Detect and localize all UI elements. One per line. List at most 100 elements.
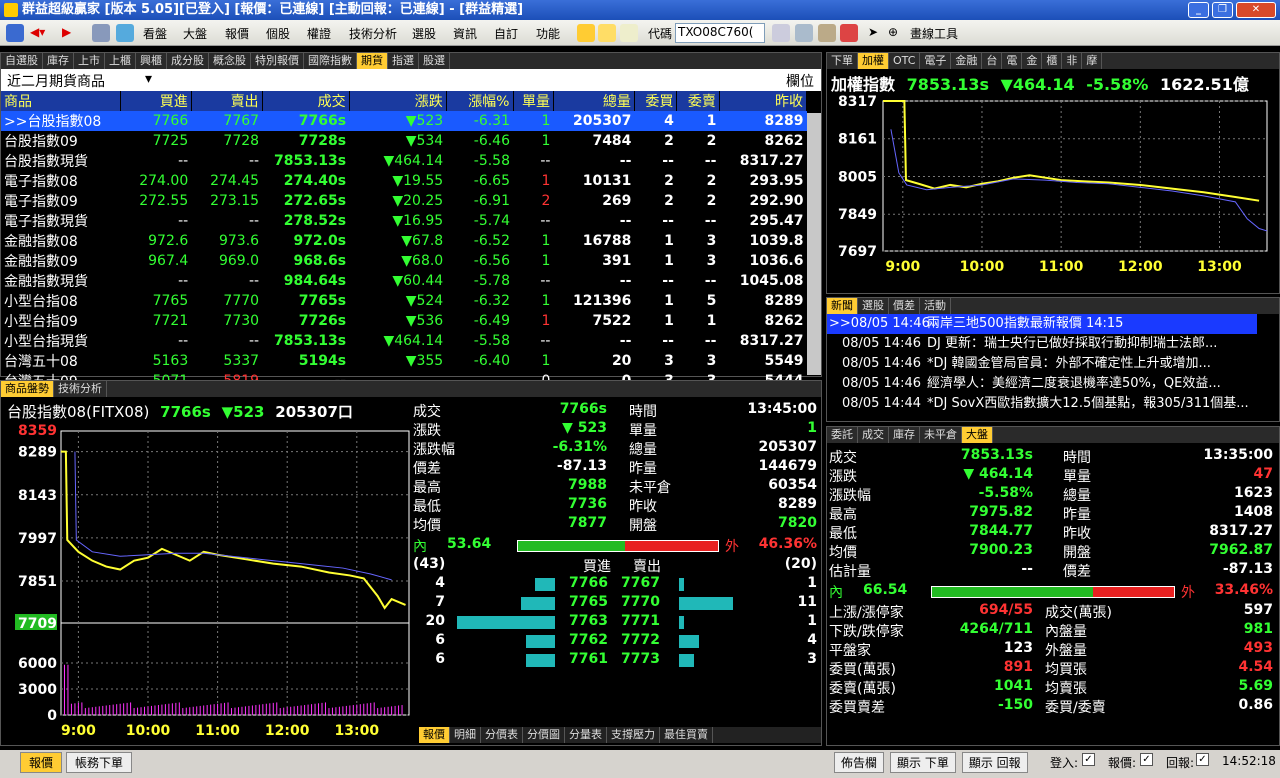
tab-quote-tabs-1[interactable]: 庫存 (43, 53, 74, 69)
table-row[interactable]: 台灣五十08 5163 5337 5194s ▼355 -6.40 1 20 3 3 5549 (1, 351, 807, 371)
minimize-icon[interactable]: _ (1188, 2, 1209, 18)
menu-6[interactable]: 選股 (412, 25, 436, 42)
tab-quote-tabs-6[interactable]: 概念股 (209, 53, 251, 69)
table-row[interactable]: 電子指數09 272.55 273.15 272.65s ▼20.25 -6.91 2 269… (1, 191, 807, 211)
zoom-icon[interactable]: ⊕ (888, 25, 898, 39)
tab-quote-tabs-4[interactable]: 興櫃 (136, 53, 167, 69)
tab-market-tabs-1[interactable]: 成交 (858, 427, 889, 443)
tab-detail-bottom-3[interactable]: 分價圖 (523, 727, 565, 743)
group-select[interactable]: 近二月期貨商品 (7, 71, 105, 91)
tab-market-tabs-2[interactable]: 庫存 (889, 427, 920, 443)
tab-market-tabs-3[interactable]: 未平倉 (920, 427, 962, 443)
tab-quote-tabs-0[interactable]: 自選股 (1, 53, 43, 69)
heart-icon[interactable] (840, 24, 858, 42)
tab-detail-bottom-2[interactable]: 分價表 (481, 727, 523, 743)
window-icon[interactable] (598, 24, 616, 42)
col-header-7[interactable]: 總量 (553, 91, 635, 111)
book-row[interactable]: 20 7763 7771 1 (413, 613, 821, 632)
shortcut-icon[interactable] (116, 24, 134, 42)
table-row[interactable]: 小型台指現貨 -- -- 7853.13s ▼464.14 -5.58 -- -- -- -- 83… (1, 331, 807, 351)
tab-index-tabs-6[interactable]: 電 (1002, 53, 1023, 69)
tab-quote-tabs-3[interactable]: 上櫃 (105, 53, 136, 69)
search-icon[interactable] (772, 24, 790, 42)
tab-index-tabs-3[interactable]: 電子 (920, 53, 952, 69)
tab-news-tabs-2[interactable]: 價差 (889, 298, 920, 314)
draw-tool-menu[interactable]: 畫線工具 (910, 25, 958, 42)
tab-index-tabs-7[interactable]: 金 (1022, 53, 1043, 69)
book-row[interactable]: 6 7762 7772 4 (413, 632, 821, 651)
tab-quote-tabs-8[interactable]: 國際指數 (304, 53, 357, 69)
col-header-4[interactable]: 漲跌 (349, 91, 447, 111)
table-row[interactable]: 電子指數現貨 -- -- 278.52s ▼16.95 -5.74 -- -- -- -- 295.… (1, 211, 807, 231)
table-row[interactable]: 電子指數08 274.00 274.45 274.40s ▼19.55 -6.65 1 101… (1, 171, 807, 191)
news-item[interactable]: 08/05 14:46 *DJ 韓國金管局官員：外部不確定性上升或增加... (827, 354, 1257, 374)
col-header-9[interactable]: 委賣 (676, 91, 720, 111)
tab-detail-bottom-1[interactable]: 明細 (450, 727, 481, 743)
tab-index-tabs-5[interactable]: 台 (982, 53, 1003, 69)
back-arrow-icon[interactable]: ◀▾ (30, 25, 45, 39)
news-item[interactable]: >>08/05 14:46兩岸三地500指數最新報價 14:15 (827, 314, 1257, 334)
menu-7[interactable]: 資訊 (453, 25, 477, 42)
tab-quote-tabs-9[interactable]: 期貨 (357, 53, 388, 69)
table-row[interactable]: 金融指數08 972.6 973.6 972.0s ▼67.8 -6.52 1 16788 1 3… (1, 231, 807, 251)
table-row[interactable]: 小型台指09 7721 7730 7726s ▼536 -6.49 1 7522 1 1 8262 (1, 311, 807, 331)
tab-index-tabs-0[interactable]: 下單 (827, 53, 858, 69)
tab-detail-tabs-1[interactable]: 技術分析 (54, 381, 107, 397)
status-button-1[interactable]: 顯示 下單 (890, 752, 956, 773)
menu-2[interactable]: 報價 (225, 25, 249, 42)
restore-icon[interactable]: ❐ (1212, 2, 1233, 18)
tab-market-tabs-0[interactable]: 委託 (827, 427, 858, 443)
tab-news-tabs-0[interactable]: 新聞 (827, 298, 858, 314)
tab-index-tabs-1[interactable]: 加權 (858, 53, 889, 69)
table-row[interactable]: 台股指數09 7725 7728 7728s ▼534 -6.46 1 7484 2 2 8262 (1, 131, 807, 151)
print-icon[interactable] (92, 24, 110, 42)
col-header-10[interactable]: 昨收 (719, 91, 808, 111)
menu-1[interactable]: 大盤 (183, 25, 207, 42)
col-header-5[interactable]: 漲幅% (446, 91, 514, 111)
news-item[interactable]: 08/05 14:46 DJ 更新：瑞士央行已做好採取行動抑制瑞士法郎... (827, 334, 1257, 354)
tab-detail-bottom-0[interactable]: 報價 (419, 727, 450, 743)
tab-quote-tabs-11[interactable]: 股選 (419, 53, 450, 69)
chevron-down-icon[interactable]: ▾ (145, 71, 152, 87)
tab-quote-tabs-5[interactable]: 成分股 (167, 53, 209, 69)
people-icon[interactable] (795, 24, 813, 42)
login-checkbox[interactable]: ✓ (1082, 753, 1095, 766)
tab-detail-bottom-5[interactable]: 支撐壓力 (607, 727, 660, 743)
scrollbar[interactable] (807, 113, 821, 375)
menu-3[interactable]: 個股 (266, 25, 290, 42)
chart-icon[interactable] (818, 24, 836, 42)
report-checkbox[interactable]: ✓ (1196, 753, 1209, 766)
tab-news-tabs-3[interactable]: 活動 (920, 298, 951, 314)
home-icon[interactable] (6, 24, 24, 42)
tab-index-tabs-10[interactable]: 摩 (1082, 53, 1103, 69)
col-header-8[interactable]: 委買 (634, 91, 678, 111)
tab-index-tabs-2[interactable]: OTC (889, 53, 921, 69)
news-item[interactable]: 08/05 14:44 *DJ SovX西歐指數擴大12.5個基點，報305/31… (827, 394, 1257, 414)
status-button-0[interactable]: 佈告欄 (834, 752, 885, 773)
table-row[interactable]: >>台股指數08 7766 7767 7766s ▼523 -6.31 1 205307 4 1 8… (1, 111, 807, 131)
book-row[interactable]: 4 7766 7767 1 (413, 575, 821, 594)
table-row[interactable]: 台股指數現貨 -- -- 7853.13s ▼464.14 -5.58 -- -- -- -- 83… (1, 151, 807, 171)
table-row[interactable]: 金融指數現貨 -- -- 984.64s ▼60.44 -5.78 -- -- -- -- 1045… (1, 271, 807, 291)
tab-detail-bottom-6[interactable]: 最佳買賣 (660, 727, 713, 743)
tab-quote-tabs-10[interactable]: 指選 (388, 53, 419, 69)
forward-arrow-icon[interactable]: ▶ (62, 25, 71, 39)
col-header-1[interactable]: 買進 (120, 91, 192, 111)
book-row[interactable]: 7 7765 7770 11 (413, 594, 821, 613)
tab-index-tabs-9[interactable]: 非 (1062, 53, 1083, 69)
quote-checkbox[interactable]: ✓ (1140, 753, 1153, 766)
cursor-icon[interactable]: ➤ (868, 25, 878, 39)
columns-button[interactable]: 欄位 (786, 71, 814, 91)
code-input[interactable]: TXO08C760( (675, 23, 765, 43)
menu-0[interactable]: 看盤 (143, 25, 167, 42)
tab-detail-tabs-0[interactable]: 商品盤勢 (1, 381, 54, 397)
table-row[interactable]: 金融指數09 967.4 969.0 968.6s ▼68.0 -6.56 1 391 1 3 10… (1, 251, 807, 271)
news-item[interactable]: 08/05 14:46 經濟學人：美經濟二度衰退機率達50%，QE效益... (827, 374, 1257, 394)
col-header-0[interactable]: 商品 (1, 91, 121, 111)
menu-8[interactable]: 自訂 (494, 25, 518, 42)
status-tab-1[interactable]: 帳務下單 (66, 752, 133, 773)
menu-4[interactable]: 權證 (307, 25, 331, 42)
tab-index-tabs-8[interactable]: 櫃 (1042, 53, 1063, 69)
status-tab-0[interactable]: 報價 (20, 752, 63, 773)
lightning-icon[interactable] (577, 24, 595, 42)
